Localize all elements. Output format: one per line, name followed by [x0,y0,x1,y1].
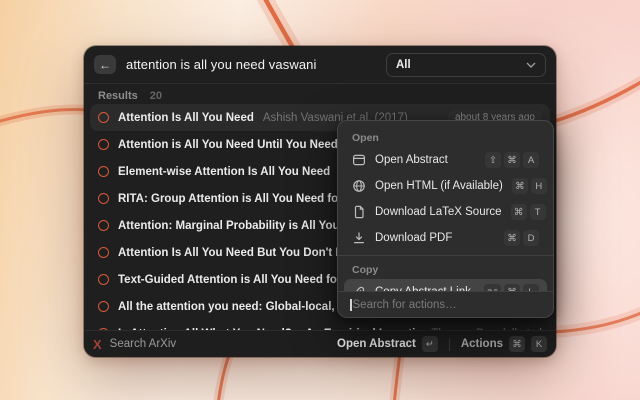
back-button[interactable]: ← [94,55,116,74]
menu-divider [338,255,553,256]
menu-item-open-html[interactable]: Open HTML (if Available) ⌘ H [344,173,547,199]
action-search-placeholder: Search for actions… [353,299,457,311]
result-ring-icon [98,193,109,204]
results-count: 20 [150,90,162,102]
result-row[interactable]: Is Attention All What You Need? -- An Em… [90,320,550,330]
results-header: Results 20 [98,90,162,102]
shift-keycap: ⇧ [485,152,501,168]
chevron-down-icon [526,62,536,68]
file-text-icon [352,205,366,219]
command-keycap: ⌘ [509,336,525,352]
search-input[interactable]: attention is all you need vaswani [126,57,316,72]
action-search-input[interactable]: Search for actions… [338,291,553,317]
command-keycap: ⌘ [511,204,527,220]
menu-section-copy: Copy [344,259,547,279]
search-header: ← attention is all you need vaswani All [84,46,556,84]
result-ring-icon [98,112,109,123]
menu-item-label: Open Abstract [375,154,448,166]
menu-section-open: Open [344,127,547,147]
primary-action-label[interactable]: Open Abstract [337,338,416,350]
t-keycap: T [530,204,546,220]
result-title: Element-wise Attention Is All You Need [118,166,330,178]
h-keycap: H [531,178,547,194]
results-label: Results [98,90,138,102]
app-name: Search ArXiv [110,338,176,350]
download-icon [352,231,366,245]
category-value: All [396,59,411,71]
globe-icon [352,179,366,193]
command-keycap: ⌘ [512,178,528,194]
actions-menu: Open Open Abstract ⇧ ⌘ A Open HTML (if A… [337,120,554,318]
back-arrow-icon: ← [99,58,111,72]
status-divider [449,338,450,351]
result-ring-icon [98,274,109,285]
menu-item-label: Download PDF [375,232,452,244]
result-ring-icon [98,220,109,231]
return-keycap: ↵ [422,336,438,352]
menu-item-label: Download LaTeX Source [375,206,502,218]
result-ring-icon [98,166,109,177]
command-keycap: ⌘ [504,230,520,246]
d-keycap: D [523,230,539,246]
text-caret [350,299,352,311]
menu-item-open-abstract[interactable]: Open Abstract ⇧ ⌘ A [344,147,547,173]
k-keycap: K [531,336,547,352]
a-keycap: A [523,152,539,168]
command-keycap: ⌘ [504,152,520,168]
actions-button[interactable]: Actions [461,338,503,350]
app-window-icon [352,153,366,167]
menu-item-download-latex[interactable]: Download LaTeX Source ⌘ T [344,199,547,225]
result-ring-icon [98,139,109,150]
status-bar: X Search ArXiv Open Abstract ↵ Actions ⌘… [84,330,556,357]
result-title: Attention Is All You Need [118,112,254,124]
result-ring-icon [98,247,109,258]
menu-item-download-pdf[interactable]: Download PDF ⌘ D [344,225,547,251]
result-ring-icon [98,301,109,312]
arxiv-logo-icon: X [93,337,102,352]
menu-item-label: Open HTML (if Available) [375,180,503,192]
category-dropdown[interactable]: All [386,53,546,77]
